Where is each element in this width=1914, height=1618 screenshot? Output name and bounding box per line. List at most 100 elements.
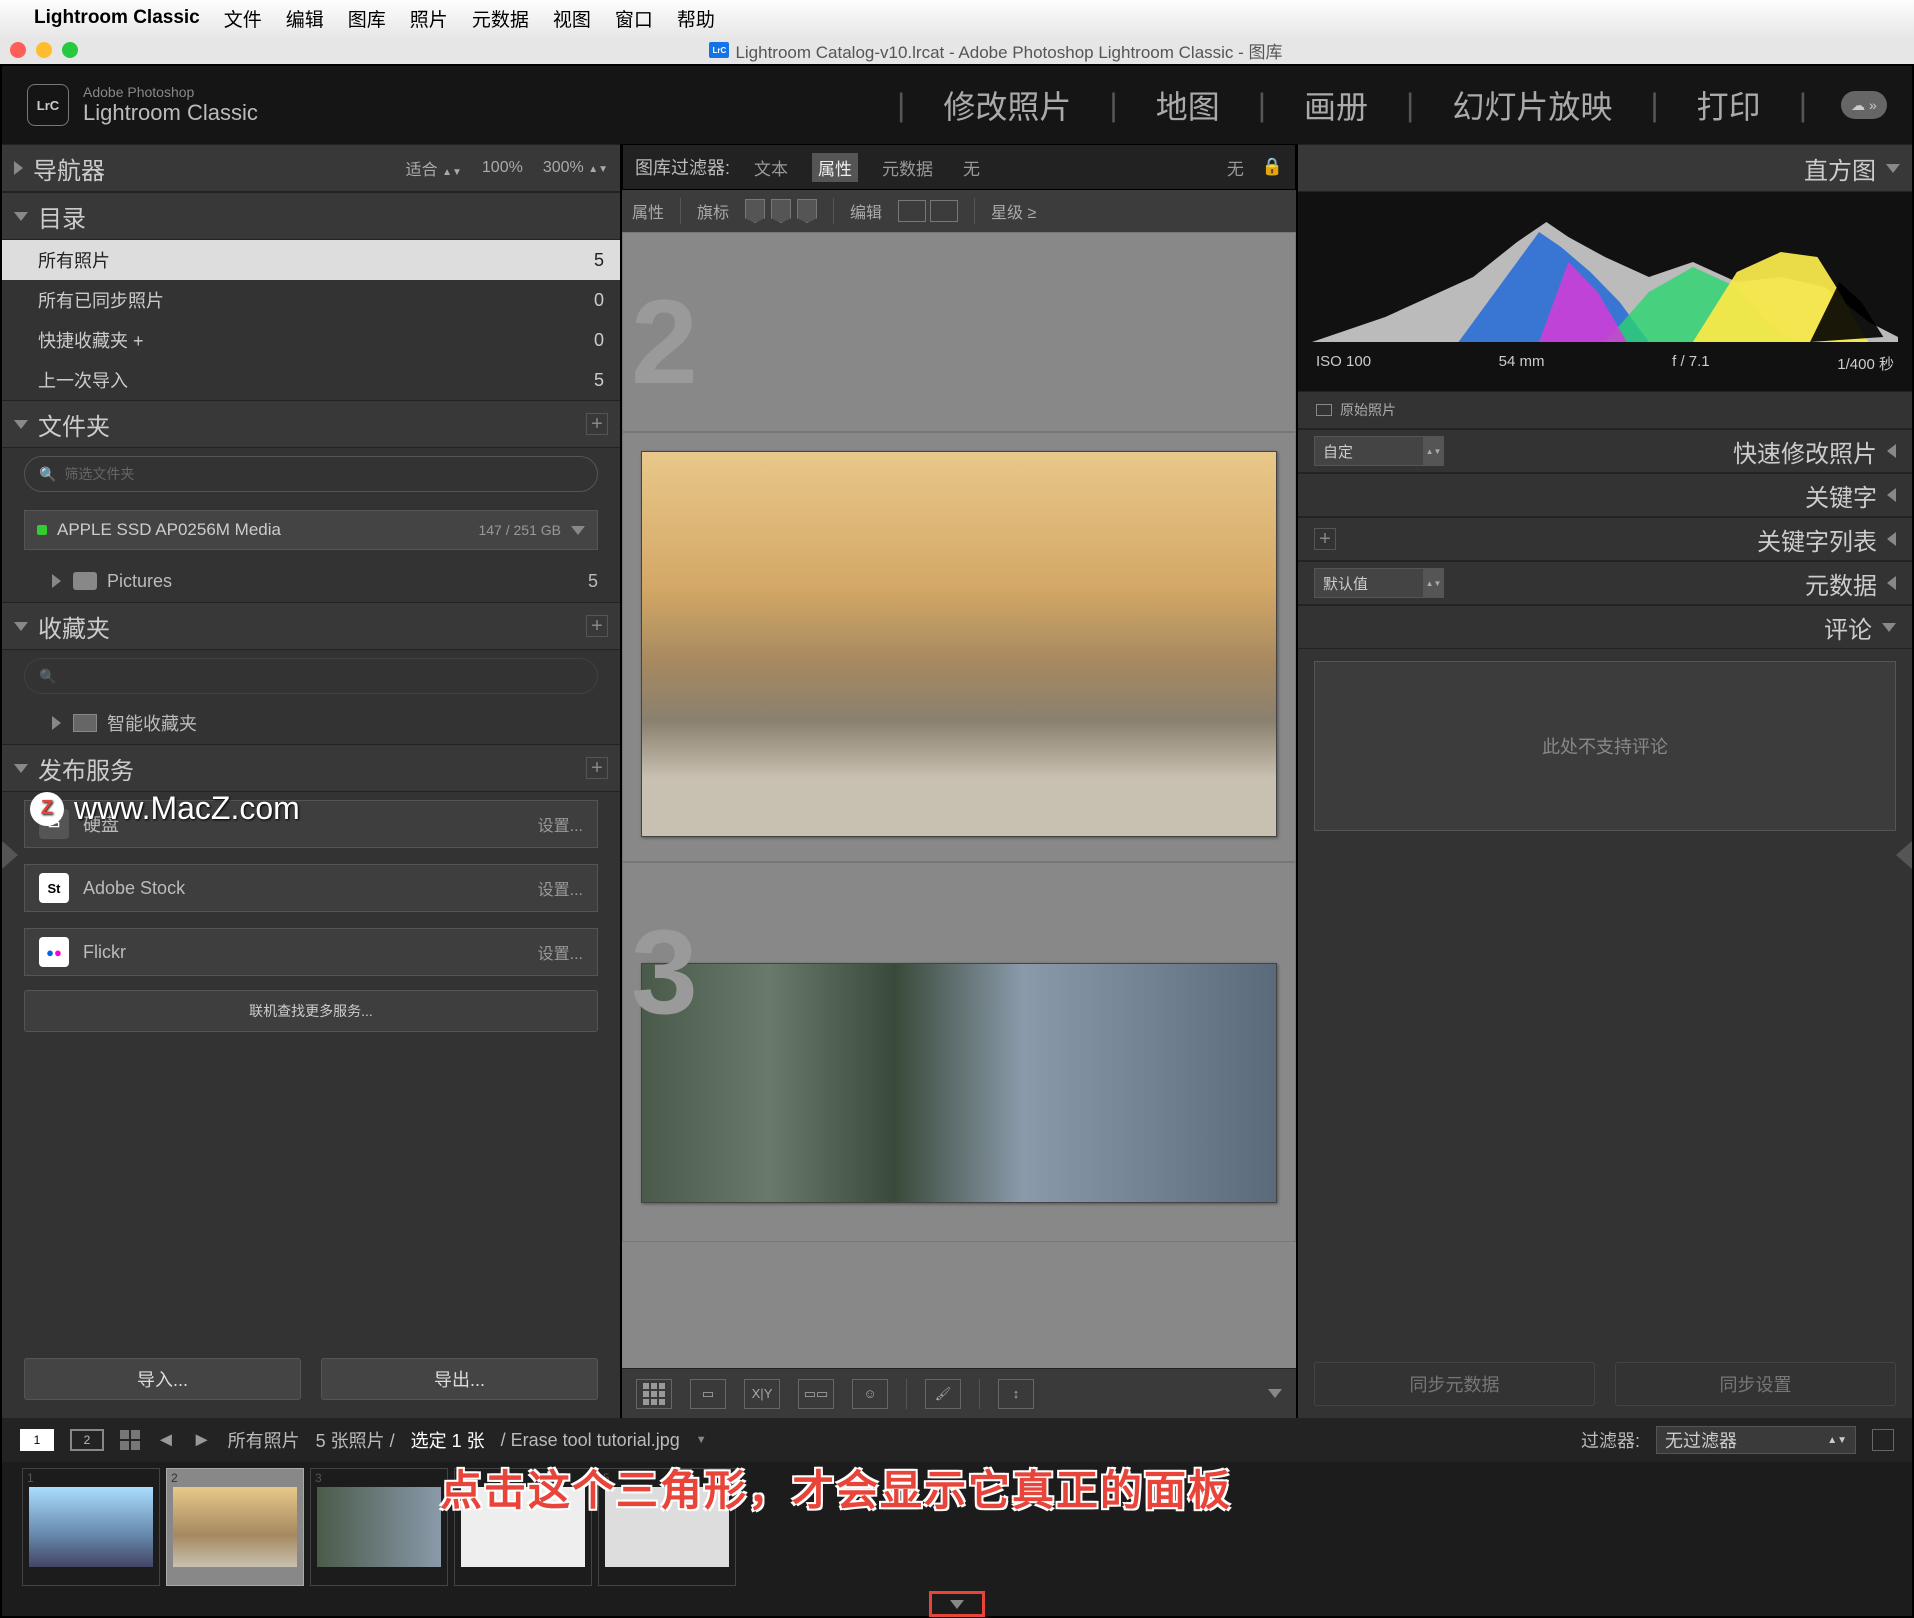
folder-pictures[interactable]: Pictures 5 bbox=[2, 560, 620, 602]
photo-thumbnail[interactable] bbox=[641, 451, 1277, 837]
metadata-preset-select[interactable]: 默认值 bbox=[1314, 568, 1424, 598]
menu-help[interactable]: 帮助 bbox=[677, 5, 715, 32]
maximize-window-button[interactable] bbox=[62, 42, 78, 58]
menu-window[interactable]: 窗口 bbox=[615, 5, 653, 32]
histogram[interactable]: ISO 100 54 mm f / 7.1 1/400 秒 bbox=[1298, 192, 1912, 392]
checkbox-icon bbox=[1316, 404, 1332, 416]
add-keyword-button[interactable]: + bbox=[1314, 528, 1336, 550]
filter-preset[interactable]: 无 bbox=[1227, 155, 1244, 180]
original-photo-toggle[interactable]: 原始照片 bbox=[1298, 392, 1912, 429]
grid-view-button[interactable] bbox=[636, 1379, 672, 1409]
menu-library[interactable]: 图库 bbox=[348, 5, 386, 32]
expand-icon bbox=[1887, 532, 1896, 546]
left-panel-toggle-icon[interactable] bbox=[2, 841, 18, 869]
flag-filter[interactable] bbox=[745, 199, 817, 223]
catalog-all-photos[interactable]: 所有照片 5 bbox=[2, 240, 620, 280]
lock-icon[interactable]: 🔒 bbox=[1262, 157, 1283, 177]
filter-tab-attribute[interactable]: 属性 bbox=[812, 153, 858, 182]
grid-toggle-icon[interactable] bbox=[120, 1430, 140, 1450]
folders-panel-header[interactable]: 文件夹 + bbox=[2, 400, 620, 448]
filter-tab-metadata[interactable]: 元数据 bbox=[876, 153, 939, 182]
edit-filter[interactable] bbox=[898, 200, 958, 222]
compare-view-button[interactable]: X|Y bbox=[744, 1379, 780, 1409]
right-panel-toggle-icon[interactable] bbox=[1896, 841, 1912, 869]
catalog-panel-header[interactable]: 目录 bbox=[2, 192, 620, 240]
module-map[interactable]: 地图 bbox=[1138, 82, 1238, 128]
volume-row[interactable]: APPLE SSD AP0256M Media 147 / 251 GB bbox=[24, 510, 598, 550]
monitor-1-button[interactable]: 1 bbox=[20, 1429, 54, 1451]
survey-view-button[interactable]: ▭▭ bbox=[798, 1379, 834, 1409]
cloud-sync-icon[interactable]: ☁ » bbox=[1841, 91, 1887, 119]
nav-fit[interactable]: 适合 ▲▼ bbox=[406, 156, 462, 180]
import-button[interactable]: 导入... bbox=[24, 1358, 301, 1400]
publish-settings-link[interactable]: 设置... bbox=[538, 940, 583, 964]
nav-forward-button[interactable]: ► bbox=[192, 1429, 212, 1452]
module-print[interactable]: 打印 bbox=[1679, 82, 1779, 128]
nav-zoom-300[interactable]: 300% ▲▼ bbox=[543, 159, 608, 177]
search-icon: 🔍 bbox=[39, 466, 56, 483]
smart-collections[interactable]: 智能收藏夹 bbox=[2, 702, 620, 744]
grid-view[interactable]: 2 3 bbox=[622, 232, 1296, 1368]
filter-toggle-icon[interactable] bbox=[1872, 1429, 1894, 1451]
bottom-panel-toggle[interactable] bbox=[2, 1592, 1912, 1616]
keyword-list-panel-header[interactable]: + 关键字列表 bbox=[1298, 517, 1912, 561]
filmstrip-thumb[interactable]: 1 bbox=[22, 1468, 160, 1586]
navigator-panel-header[interactable]: 导航器 适合 ▲▼ 100% 300% ▲▼ bbox=[2, 144, 620, 192]
photo-thumbnail[interactable] bbox=[641, 963, 1277, 1203]
add-folder-button[interactable]: + bbox=[586, 413, 608, 435]
menu-metadata[interactable]: 元数据 bbox=[472, 5, 529, 32]
publish-settings-link[interactable]: 设置... bbox=[538, 876, 583, 900]
find-more-services-button[interactable]: 联机查找更多服务... bbox=[24, 990, 598, 1032]
painter-tool-button[interactable]: 🖌 bbox=[925, 1379, 961, 1409]
filter-tab-none[interactable]: 无 bbox=[957, 153, 986, 182]
histogram-panel-header[interactable]: 直方图 bbox=[1298, 144, 1912, 192]
collection-search-input[interactable]: 🔍 bbox=[24, 658, 598, 694]
menu-edit[interactable]: 编辑 bbox=[286, 5, 324, 32]
cell-index: 2 bbox=[631, 273, 698, 411]
add-publish-button[interactable]: + bbox=[586, 757, 608, 779]
minimize-window-button[interactable] bbox=[36, 42, 52, 58]
sort-button[interactable]: ↕ bbox=[998, 1379, 1034, 1409]
sync-settings-button[interactable]: 同步设置 bbox=[1615, 1362, 1896, 1406]
collections-panel-header[interactable]: 收藏夹 + bbox=[2, 602, 620, 650]
keywords-panel-header[interactable]: 关键字 bbox=[1298, 473, 1912, 517]
select-stepper-icon[interactable]: ▲▼ bbox=[1424, 568, 1444, 598]
publish-panel-header[interactable]: 发布服务 + bbox=[2, 744, 620, 792]
breadcrumb-source[interactable]: 所有照片 bbox=[228, 1427, 300, 1453]
catalog-synced-photos[interactable]: 所有已同步照片 0 bbox=[2, 280, 620, 320]
nav-zoom-100[interactable]: 100% bbox=[482, 159, 523, 177]
breadcrumb-count: 5 张照片 / bbox=[316, 1427, 395, 1453]
sync-metadata-button[interactable]: 同步元数据 bbox=[1314, 1362, 1595, 1406]
module-slideshow[interactable]: 幻灯片放映 bbox=[1434, 82, 1630, 128]
filter-tab-text[interactable]: 文本 bbox=[748, 153, 794, 182]
expand-icon bbox=[52, 574, 61, 588]
loupe-view-button[interactable]: ▭ bbox=[690, 1379, 726, 1409]
menu-view[interactable]: 视图 bbox=[553, 5, 591, 32]
module-book[interactable]: 画册 bbox=[1286, 82, 1386, 128]
catalog-previous-import[interactable]: 上一次导入 5 bbox=[2, 360, 620, 400]
export-button[interactable]: 导出... bbox=[321, 1358, 598, 1400]
nav-back-button[interactable]: ◄ bbox=[156, 1429, 176, 1452]
people-view-button[interactable]: ☺ bbox=[852, 1379, 888, 1409]
add-collection-button[interactable]: + bbox=[586, 615, 608, 637]
menu-photo[interactable]: 照片 bbox=[410, 5, 448, 32]
quick-develop-panel-header[interactable]: 自定 ▲▼ 快速修改照片 bbox=[1298, 429, 1912, 473]
publish-settings-link[interactable]: 设置... bbox=[538, 812, 583, 836]
publish-adobe-stock[interactable]: St Adobe Stock 设置... bbox=[24, 864, 598, 912]
metadata-panel-header[interactable]: 默认值 ▲▼ 元数据 bbox=[1298, 561, 1912, 605]
monitor-2-button[interactable]: 2 bbox=[70, 1429, 104, 1451]
filmstrip-filter-select[interactable]: 无过滤器▲▼ bbox=[1656, 1426, 1856, 1454]
catalog-quick-collection[interactable]: 快捷收藏夹 + 0 bbox=[2, 320, 620, 360]
publish-flickr[interactable]: ●● Flickr 设置... bbox=[24, 928, 598, 976]
app-menu[interactable]: Lightroom Classic bbox=[34, 7, 200, 29]
folder-search-input[interactable]: 🔍 筛选文件夹 bbox=[24, 456, 598, 492]
close-window-button[interactable] bbox=[10, 42, 26, 58]
quick-preset-select[interactable]: 自定 bbox=[1314, 436, 1424, 466]
select-stepper-icon[interactable]: ▲▼ bbox=[1424, 436, 1444, 466]
toolbar-expand-icon[interactable] bbox=[1268, 1389, 1282, 1398]
filmstrip-thumb-selected[interactable]: 2 bbox=[166, 1468, 304, 1586]
filmstrip-thumb[interactable]: 3 bbox=[310, 1468, 448, 1586]
comments-panel-header[interactable]: 评论 bbox=[1298, 605, 1912, 649]
menu-file[interactable]: 文件 bbox=[224, 5, 262, 32]
module-develop[interactable]: 修改照片 bbox=[925, 82, 1089, 128]
